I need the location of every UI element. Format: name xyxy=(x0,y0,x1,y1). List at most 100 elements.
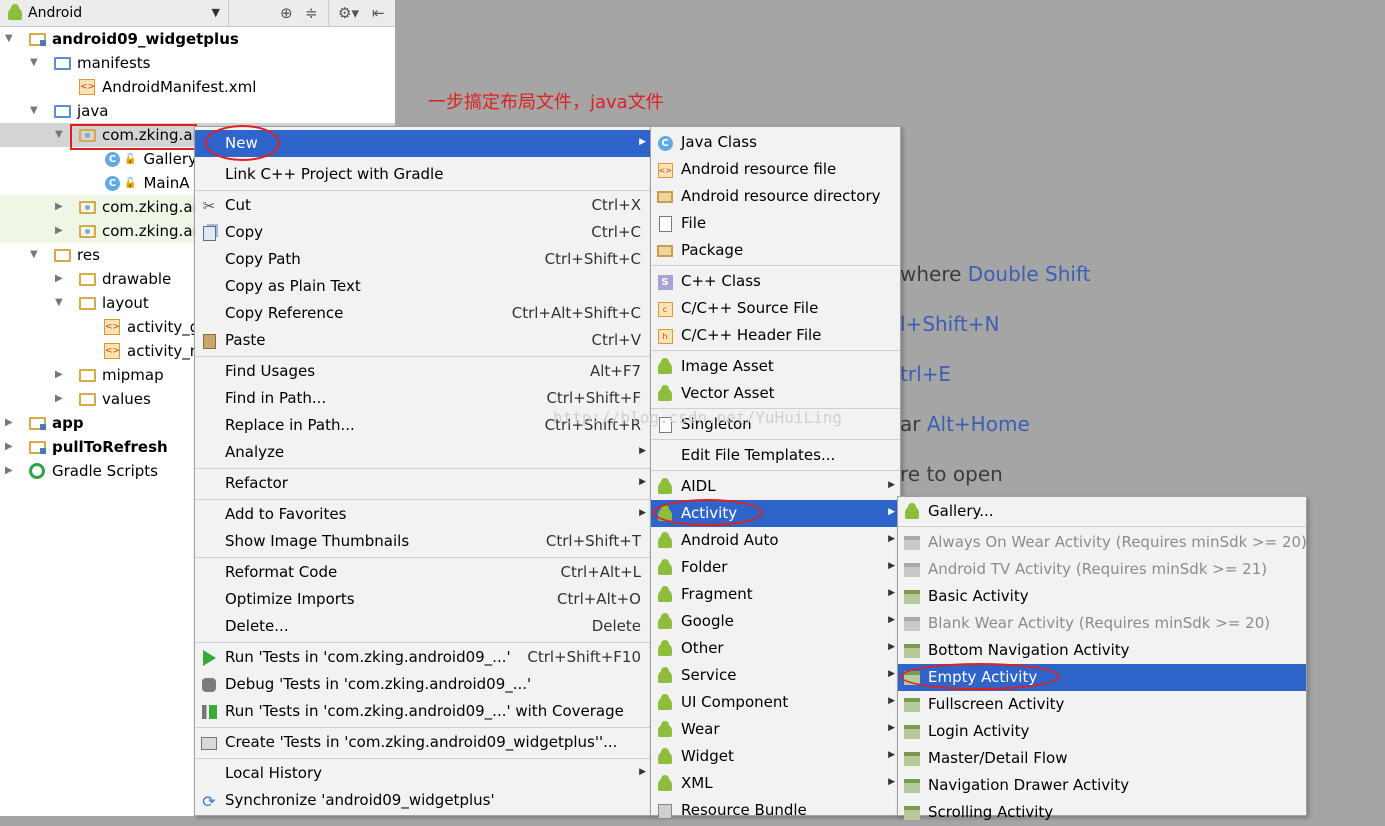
expand-arrow-icon[interactable]: ▶ xyxy=(5,465,13,476)
menu-item-edit-file-templates[interactable]: Edit File Templates... xyxy=(651,442,900,469)
editor-hint: l+Shift+N xyxy=(900,312,1000,336)
menu-item-login-activity[interactable]: Login Activity xyxy=(898,718,1306,745)
menu-item-google[interactable]: Google ▶ xyxy=(651,608,900,635)
menu-item-bottom-navigation-activity[interactable]: Bottom Navigation Activity xyxy=(898,637,1306,664)
menu-item-reformat-code[interactable]: Reformat Code Ctrl+Alt+L xyxy=(195,559,651,586)
menu-item-paste[interactable]: Paste Ctrl+V xyxy=(195,327,651,354)
activity-template-icon xyxy=(904,779,920,793)
menu-item-android-resource-file[interactable]: <> Android resource file xyxy=(651,156,900,183)
menu-item-wear[interactable]: Wear ▶ xyxy=(651,716,900,743)
menu-item-link-cpp[interactable]: Link C++ Project with Gradle xyxy=(195,161,651,188)
hide-panel-icon[interactable]: ⇤ xyxy=(372,4,385,22)
copy-icon xyxy=(202,225,216,241)
menu-item-add-to-favorites[interactable]: Add to Favorites ▶ xyxy=(195,501,651,528)
menu-item-navigation-drawer-activity[interactable]: Navigation Drawer Activity xyxy=(898,772,1306,799)
menu-item-ui-component[interactable]: UI Component ▶ xyxy=(651,689,900,716)
submenu-arrow-icon: ▶ xyxy=(888,750,895,760)
package-icon xyxy=(79,200,96,214)
submenu-arrow-icon: ▶ xyxy=(639,508,646,518)
collapse-all-icon[interactable]: ≑ xyxy=(305,4,318,22)
menu-item-copy[interactable]: Copy Ctrl+C xyxy=(195,219,651,246)
menu-item-fullscreen-activity[interactable]: Fullscreen Activity xyxy=(898,691,1306,718)
expand-arrow-icon[interactable]: ▶ xyxy=(5,441,13,452)
android-icon xyxy=(905,502,919,519)
menu-item-local-history[interactable]: Local History ▶ xyxy=(195,760,651,787)
expand-arrow-icon[interactable]: ▶ xyxy=(55,225,63,236)
menu-item-java-class[interactable]: C Java Class xyxy=(651,129,900,156)
menu-item-gallery[interactable]: Gallery... xyxy=(898,498,1306,525)
menu-item-cpp-source[interactable]: c C/C++ Source File xyxy=(651,295,900,322)
menu-item-analyze[interactable]: Analyze ▶ xyxy=(195,439,651,466)
expand-arrow-icon[interactable]: ▶ xyxy=(5,417,13,428)
tree-item-label: Gallery xyxy=(143,150,197,168)
menu-item-delete[interactable]: Delete... Delete xyxy=(195,613,651,640)
project-view-selector[interactable]: Android ▼ xyxy=(8,3,226,23)
menu-separator xyxy=(651,439,900,440)
menu-item-copy-reference[interactable]: Copy Reference Ctrl+Alt+Shift+C xyxy=(195,300,651,327)
menu-item-android-resource-directory[interactable]: Android resource directory xyxy=(651,183,900,210)
cpp-class-icon: S xyxy=(657,274,673,290)
editor-hint: where Double Shift xyxy=(900,262,1091,286)
expand-arrow-icon[interactable]: ▼ xyxy=(30,105,38,116)
menu-item-image-asset[interactable]: Image Asset xyxy=(651,353,900,380)
folder-icon xyxy=(54,56,71,70)
expand-arrow-icon[interactable]: ▶ xyxy=(55,393,63,404)
tree-item-label: values xyxy=(102,390,151,408)
menu-item-create-tests[interactable]: Create 'Tests in 'com.zking.android09_wi… xyxy=(195,729,651,756)
expand-arrow-icon[interactable]: ▼ xyxy=(5,33,13,44)
tree-item-manifests[interactable]: ▼ manifests xyxy=(0,51,395,75)
context-menu: New ▶ Link C++ Project with Gradle ✂ Cut Ct… xyxy=(194,126,652,816)
folder-icon xyxy=(54,248,71,262)
menu-item-copy-plain[interactable]: Copy as Plain Text xyxy=(195,273,651,300)
folder-icon xyxy=(79,296,96,310)
menu-item-refactor[interactable]: Refactor ▶ xyxy=(195,470,651,497)
expand-arrow-icon[interactable]: ▼ xyxy=(55,129,63,140)
menu-item-widget[interactable]: Widget ▶ xyxy=(651,743,900,770)
menu-separator xyxy=(195,468,651,469)
resource-bundle-icon xyxy=(658,803,672,819)
menu-item-android-auto[interactable]: Android Auto ▶ xyxy=(651,527,900,554)
menu-item-aidl[interactable]: AIDL ▶ xyxy=(651,473,900,500)
menu-item-show-thumbnails[interactable]: Show Image Thumbnails Ctrl+Shift+T xyxy=(195,528,651,555)
menu-item-cut[interactable]: ✂ Cut Ctrl+X xyxy=(195,192,651,219)
menu-item-service[interactable]: Service ▶ xyxy=(651,662,900,689)
menu-item-scrolling-activity[interactable]: Scrolling Activity xyxy=(898,799,1306,826)
run-icon xyxy=(202,650,216,666)
create-test-icon xyxy=(201,736,217,750)
tree-item-manifest-file[interactable]: <> AndroidManifest.xml xyxy=(0,75,395,99)
menu-separator xyxy=(651,350,900,351)
menu-item-xml[interactable]: XML ▶ xyxy=(651,770,900,797)
xml-file-icon: <> xyxy=(657,162,673,178)
menu-item-cpp-header[interactable]: h C/C++ Header File xyxy=(651,322,900,349)
expand-arrow-icon[interactable]: ▼ xyxy=(55,297,63,308)
menu-item-folder[interactable]: Folder ▶ xyxy=(651,554,900,581)
tree-item-project[interactable]: ▼ android09_widgetplus xyxy=(0,27,395,51)
menu-item-master-detail-flow[interactable]: Master/Detail Flow xyxy=(898,745,1306,772)
menu-item-file[interactable]: File xyxy=(651,210,900,237)
menu-item-resource-bundle[interactable]: Resource Bundle xyxy=(651,797,900,824)
tree-item-java[interactable]: ▼ java xyxy=(0,99,395,123)
expand-arrow-icon[interactable]: ▼ xyxy=(30,57,38,68)
menu-item-android-tv-activity: Android TV Activity (Requires minSdk >= … xyxy=(898,556,1306,583)
menu-item-debug-tests[interactable]: Debug 'Tests in 'com.zking.android09_...… xyxy=(195,671,651,698)
menu-item-package[interactable]: Package xyxy=(651,237,900,264)
menu-item-run-coverage[interactable]: Run 'Tests in 'com.zking.android09_...' … xyxy=(195,698,651,725)
menu-item-find-usages[interactable]: Find Usages Alt+F7 xyxy=(195,358,651,385)
expand-arrow-icon[interactable]: ▶ xyxy=(55,201,63,212)
submenu-arrow-icon: ▶ xyxy=(639,477,646,487)
scroll-from-source-icon[interactable]: ⊕ xyxy=(280,4,293,22)
menu-item-synchronize[interactable]: ⟳ Synchronize 'android09_widgetplus' xyxy=(195,787,651,814)
menu-item-vector-asset[interactable]: Vector Asset xyxy=(651,380,900,407)
menu-item-fragment[interactable]: Fragment ▶ xyxy=(651,581,900,608)
gear-icon[interactable]: ⚙▾ xyxy=(338,4,359,22)
menu-item-optimize-imports[interactable]: Optimize Imports Ctrl+Alt+O xyxy=(195,586,651,613)
menu-item-copy-path[interactable]: Copy Path Ctrl+Shift+C xyxy=(195,246,651,273)
expand-arrow-icon[interactable]: ▶ xyxy=(55,369,63,380)
menu-item-other[interactable]: Other ▶ xyxy=(651,635,900,662)
expand-arrow-icon[interactable]: ▼ xyxy=(30,249,38,260)
menu-item-cpp-class[interactable]: S C++ Class xyxy=(651,268,900,295)
menu-item-basic-activity[interactable]: Basic Activity xyxy=(898,583,1306,610)
menu-item-run-tests[interactable]: Run 'Tests in 'com.zking.android09_...' C… xyxy=(195,644,651,671)
expand-arrow-icon[interactable]: ▶ xyxy=(55,273,63,284)
xml-file-icon: <> xyxy=(104,319,120,335)
